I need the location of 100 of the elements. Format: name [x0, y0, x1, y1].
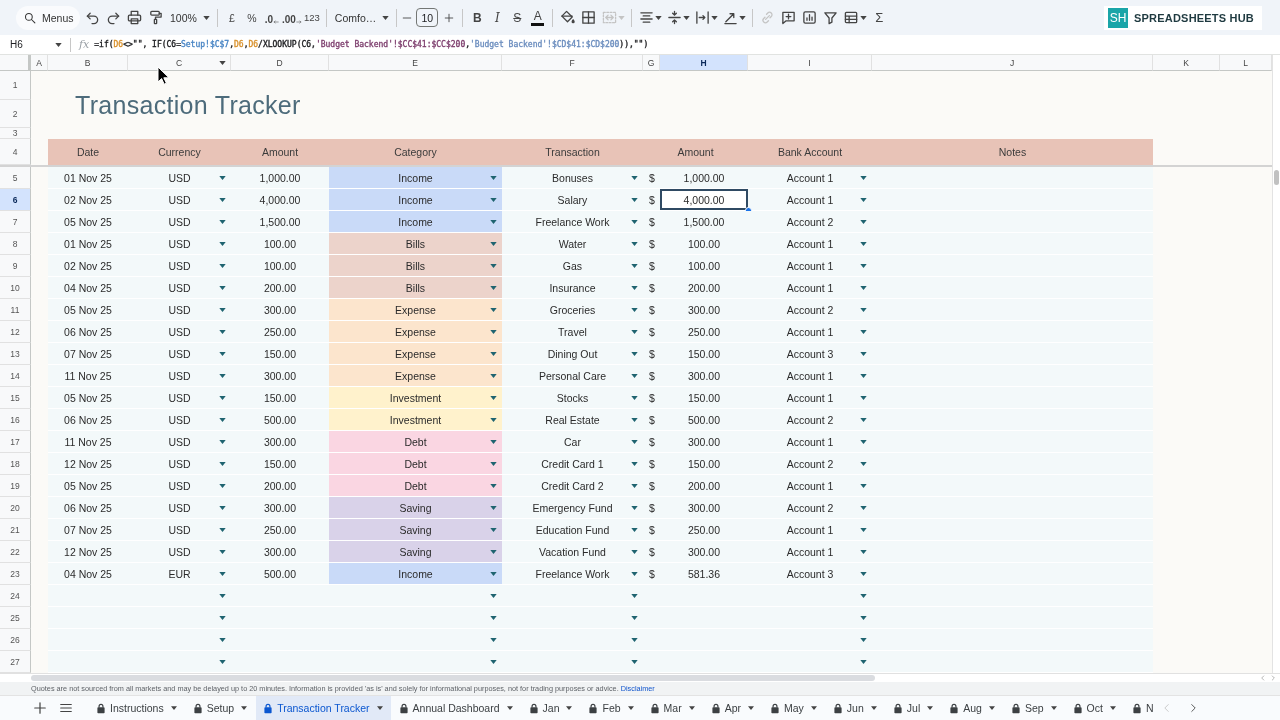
paint-bucket-icon[interactable]: [560, 10, 576, 25]
caret-icon[interactable]: [219, 373, 226, 378]
caret-icon[interactable]: [219, 307, 226, 312]
sheet-tab[interactable]: Aug: [942, 696, 1003, 720]
caret-icon[interactable]: [631, 505, 638, 510]
row-number[interactable]: 23: [0, 563, 31, 585]
caret-icon[interactable]: [860, 351, 867, 356]
caret-icon[interactable]: [860, 175, 867, 180]
redo-icon[interactable]: [106, 10, 121, 25]
caret-icon[interactable]: [631, 395, 638, 400]
caret-icon[interactable]: [490, 461, 497, 466]
currency-dropdown[interactable]: USD: [128, 519, 231, 541]
caret-icon[interactable]: [739, 15, 747, 20]
caret-icon[interactable]: [860, 307, 867, 312]
sheet-tab[interactable]: Setup: [185, 696, 256, 720]
caret-icon[interactable]: [860, 659, 867, 664]
caret-icon[interactable]: [219, 175, 226, 180]
transaction-dropdown[interactable]: Personal Care: [502, 365, 643, 387]
caret-icon[interactable]: [860, 15, 868, 20]
currency-dropdown[interactable]: USD: [128, 365, 231, 387]
caret-icon[interactable]: [860, 329, 867, 334]
category-dropdown[interactable]: Saving: [329, 519, 502, 541]
caret-icon[interactable]: [631, 285, 638, 290]
currency-dropdown[interactable]: USD: [128, 497, 231, 519]
row-number[interactable]: 17: [0, 431, 31, 453]
row-number[interactable]: 18: [0, 453, 31, 475]
text-color-button[interactable]: A: [531, 9, 545, 26]
caret-icon[interactable]: [988, 706, 995, 710]
category-dropdown[interactable]: Investment: [329, 387, 502, 409]
category-dropdown[interactable]: Investment: [329, 409, 502, 431]
caret-icon[interactable]: [860, 505, 867, 510]
category-dropdown[interactable]: Saving: [329, 497, 502, 519]
row-number[interactable]: 8: [0, 233, 31, 255]
caret-icon[interactable]: [219, 60, 226, 65]
caret-icon[interactable]: [1050, 706, 1057, 710]
column-header[interactable]: E: [329, 55, 502, 71]
caret-icon[interactable]: [490, 593, 497, 598]
sheet-tab[interactable]: N: [1124, 696, 1162, 720]
category-dropdown[interactable]: Bills: [329, 233, 502, 255]
transaction-dropdown[interactable]: Gas: [502, 255, 643, 277]
caret-icon[interactable]: [631, 329, 638, 334]
category-dropdown[interactable]: Debt: [329, 475, 502, 497]
category-dropdown[interactable]: Income: [329, 167, 502, 189]
bank-account-dropdown[interactable]: Account 2: [748, 497, 872, 519]
bank-account-dropdown[interactable]: Account 3: [748, 563, 872, 585]
row-number[interactable]: 26: [0, 629, 31, 651]
transaction-dropdown[interactable]: Insurance: [502, 277, 643, 299]
caret-icon[interactable]: [683, 15, 691, 20]
row-number[interactable]: 16: [0, 409, 31, 431]
caret-icon[interactable]: [490, 307, 497, 312]
bank-account-dropdown[interactable]: Account 2: [748, 299, 872, 321]
caret-icon[interactable]: [711, 15, 719, 20]
caret-icon[interactable]: [860, 637, 867, 642]
caret-icon[interactable]: [219, 219, 226, 224]
sheet-tab[interactable]: Jul: [885, 696, 942, 720]
caret-icon[interactable]: [219, 549, 226, 554]
strikethrough-button[interactable]: S: [507, 5, 528, 30]
caret-icon[interactable]: [490, 329, 497, 334]
caret-icon[interactable]: [631, 417, 638, 422]
caret-icon[interactable]: [631, 263, 638, 268]
caret-icon[interactable]: [860, 395, 867, 400]
row-number[interactable]: 24: [0, 585, 31, 607]
caret-icon[interactable]: [490, 615, 497, 620]
caret-icon[interactable]: [241, 706, 248, 710]
transaction-dropdown[interactable]: Credit Card 1: [502, 453, 643, 475]
caret-icon[interactable]: [627, 706, 634, 710]
caret-icon[interactable]: [631, 461, 638, 466]
caret-icon[interactable]: [631, 549, 638, 554]
caret-icon[interactable]: [748, 706, 754, 710]
caret-icon[interactable]: [810, 706, 817, 710]
column-header[interactable]: L: [1220, 55, 1272, 71]
caret-icon[interactable]: [860, 571, 867, 576]
category-dropdown[interactable]: Income: [329, 189, 502, 211]
caret-icon[interactable]: [860, 219, 867, 224]
caret-icon[interactable]: [688, 706, 695, 710]
transaction-dropdown[interactable]: Car: [502, 431, 643, 453]
column-header[interactable]: C: [128, 55, 231, 71]
row-number[interactable]: 21: [0, 519, 31, 541]
transaction-dropdown[interactable]: Freelance Work: [502, 211, 643, 233]
chart-icon[interactable]: [802, 10, 818, 25]
transaction-dropdown[interactable]: Freelance Work: [502, 563, 643, 585]
diagonal-arrow-icon[interactable]: [723, 10, 739, 25]
sheet-tab[interactable]: Mar: [642, 696, 703, 720]
transaction-dropdown[interactable]: Bonuses: [502, 167, 643, 189]
category-dropdown[interactable]: Expense: [329, 343, 502, 365]
row-number[interactable]: 5: [0, 167, 31, 189]
row-number[interactable]: 22: [0, 541, 31, 563]
zoom-dropdown[interactable]: 100%: [166, 5, 213, 30]
caret-icon[interactable]: [870, 706, 877, 710]
caret-icon[interactable]: [219, 417, 226, 422]
transaction-dropdown[interactable]: Stocks: [502, 387, 643, 409]
sheet-tab[interactable]: Oct: [1065, 696, 1124, 720]
caret-icon[interactable]: [631, 175, 638, 180]
column-header[interactable]: I: [748, 55, 872, 71]
bank-account-dropdown[interactable]: Account 1: [748, 321, 872, 343]
caret-icon[interactable]: [860, 593, 867, 598]
vertical-scrollbar-thumb[interactable]: [1274, 170, 1279, 185]
caret-icon[interactable]: [860, 285, 867, 290]
transaction-dropdown[interactable]: Travel: [502, 321, 643, 343]
menu-icon[interactable]: [59, 701, 73, 715]
